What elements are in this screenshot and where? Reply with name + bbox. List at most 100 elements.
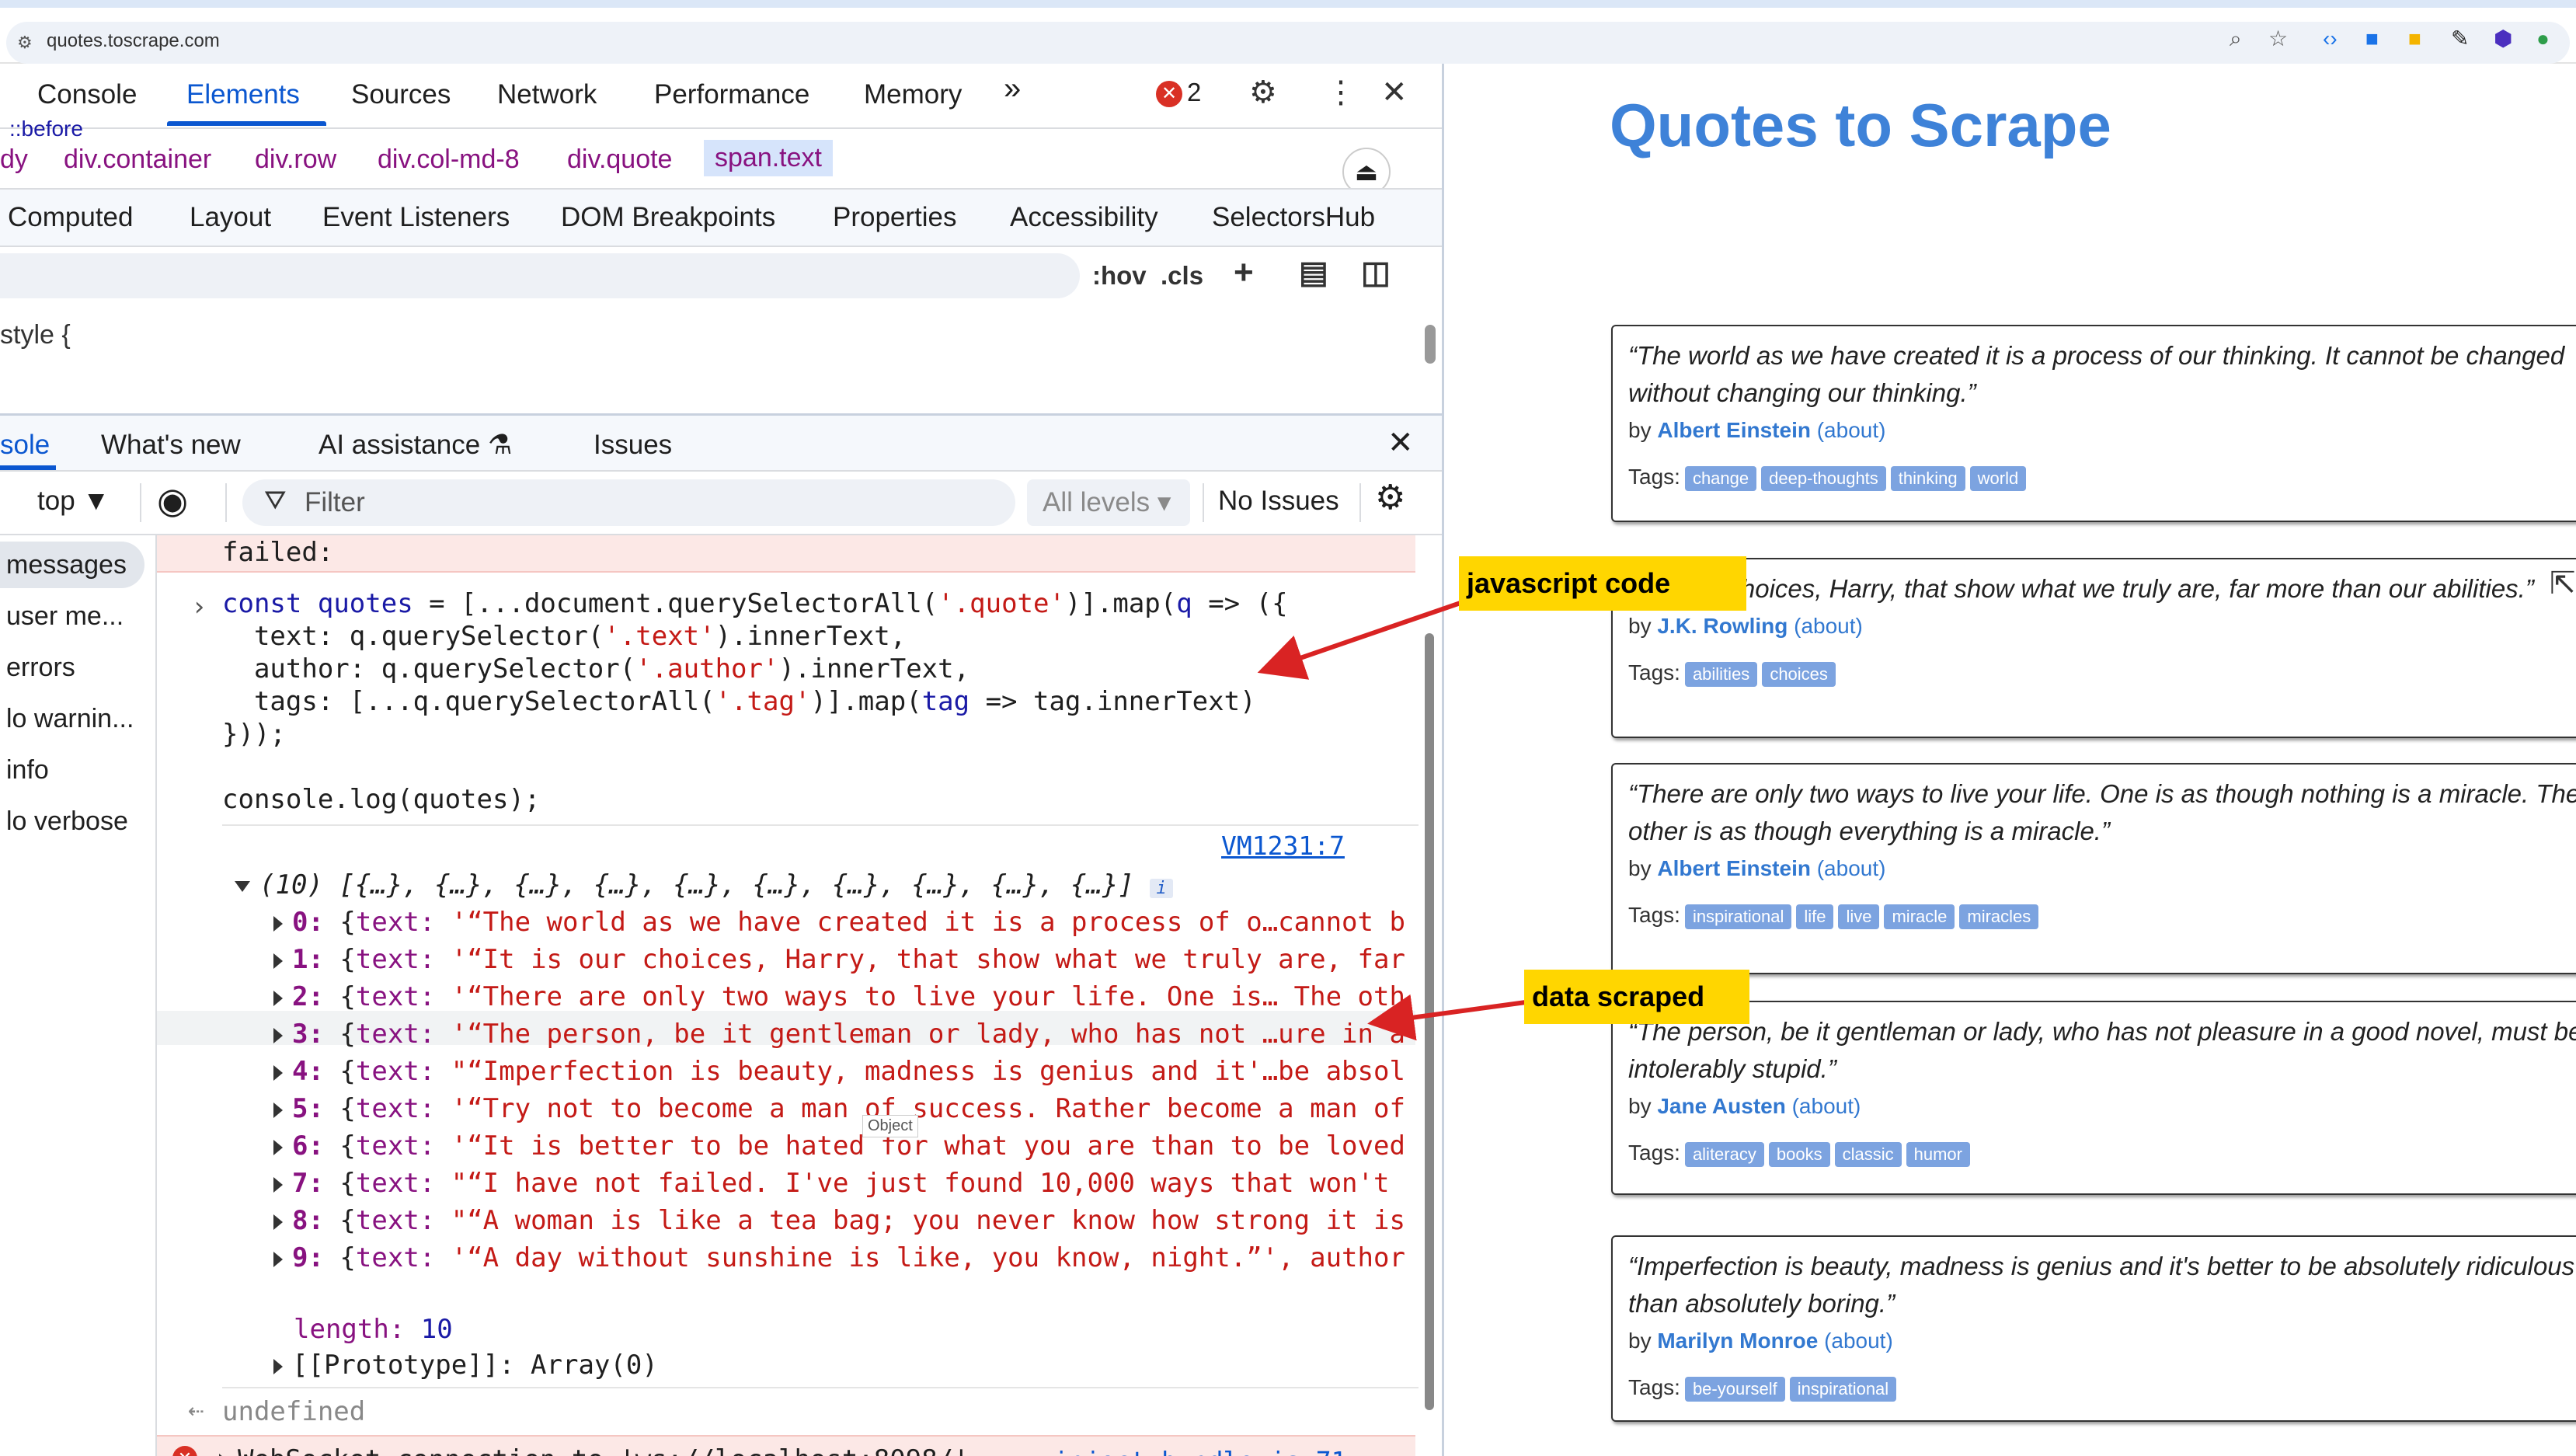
drawer-tab-ai-assistance[interactable]: AI assistance [319, 430, 480, 461]
style-rule[interactable]: style { [0, 320, 71, 350]
styles-scrollbar[interactable] [1425, 325, 1436, 364]
subtab-event-listeners[interactable]: Event Listeners [322, 202, 510, 233]
subtab-computed[interactable]: Computed [8, 202, 133, 233]
tab-memory[interactable]: Memory [864, 79, 962, 110]
tag-link[interactable]: life [1796, 904, 1834, 929]
extension-pen-icon[interactable]: ✎ [2451, 26, 2469, 51]
tag-link[interactable]: choices [1762, 661, 1836, 687]
tab-sources[interactable]: Sources [351, 79, 451, 110]
paint-icon[interactable]: ▤ [1299, 255, 1328, 291]
array-entry[interactable]: 0: {text: '“The world as we have created… [273, 907, 1405, 938]
drawer-tab-console[interactable]: sole [0, 430, 50, 461]
array-entry[interactable]: 3: {text: '“The person, be it gentleman … [273, 1019, 1405, 1050]
close-devtools-icon[interactable]: ✕ [1381, 75, 1408, 110]
sidebar-item-errors[interactable]: errors [0, 644, 144, 691]
tag-link[interactable]: deep-thoughts [1761, 465, 1886, 491]
tag-link[interactable]: inspirational [1684, 904, 1792, 929]
array-entry[interactable]: 2: {text: '“There are only two ways to l… [273, 981, 1405, 1012]
breadcrumb-quote[interactable]: div.quote [567, 145, 672, 175]
prototype-entry[interactable]: [[Prototype]]: Array(0) [273, 1350, 658, 1381]
omnibox[interactable] [6, 22, 2570, 64]
close-drawer-icon[interactable]: ✕ [1387, 425, 1414, 461]
inject-bundle-link[interactable]: inject.bundle.js:71 [1053, 1446, 1347, 1456]
tag-link[interactable]: thinking [1890, 465, 1965, 491]
breadcrumb-row[interactable]: div.row [255, 145, 336, 175]
length-entry[interactable]: length: 10 [294, 1314, 453, 1345]
tag-link[interactable]: aliteracy [1684, 1141, 1764, 1167]
context-select[interactable]: top ▼ [37, 486, 110, 517]
tab-performance[interactable]: Performance [654, 79, 809, 110]
subtab-selectorshub[interactable]: SelectorsHub [1212, 202, 1375, 233]
tag-link[interactable]: miracles [1959, 904, 2039, 929]
tag-link[interactable]: world [1969, 465, 2027, 491]
array-summary[interactable]: (10) [{…}, {…}, {…}, {…}, {…}, {…}, {…},… [235, 869, 1173, 900]
array-entry[interactable]: 7: {text: "“I have not failed. I've just… [273, 1168, 1389, 1199]
tab-console[interactable]: Console [37, 79, 137, 110]
console-settings-icon[interactable]: ⚙ [1375, 478, 1405, 517]
more-tabs-icon[interactable]: » [1004, 71, 1021, 106]
tag-link[interactable]: abilities [1684, 661, 1758, 687]
tab-network[interactable]: Network [497, 79, 597, 110]
extension-m-icon[interactable]: ■ [2365, 26, 2379, 51]
about-link[interactable]: (about) [1794, 614, 1863, 638]
sidebar-item-info[interactable]: info [0, 747, 144, 793]
array-entry[interactable]: 5: {text: '“Try not to become a man of s… [273, 1093, 1405, 1124]
code-line[interactable]: author: q.querySelector('.author').inner… [222, 653, 969, 684]
page-title[interactable]: Quotes to Scrape [1610, 90, 2111, 161]
zoom-icon[interactable]: ⌕ [2230, 26, 2242, 51]
array-entry[interactable]: 9: {text: '“A day without sunshine is li… [273, 1242, 1405, 1273]
code-line[interactable]: tags: [...q.querySelectorAll('.tag')].ma… [222, 686, 1256, 717]
info-icon[interactable]: i [1150, 879, 1173, 898]
code-line[interactable]: text: q.querySelector('.text').innerText… [222, 621, 906, 652]
styles-filter-input[interactable] [0, 253, 1080, 298]
about-link[interactable]: (about) [1824, 1329, 1893, 1353]
tag-link[interactable]: books [1768, 1141, 1830, 1167]
code-line[interactable]: })); [222, 719, 286, 750]
subtab-accessibility[interactable]: Accessibility [1010, 202, 1158, 233]
about-link[interactable]: (about) [1817, 418, 1886, 442]
about-link[interactable]: (about) [1792, 1094, 1861, 1118]
array-entry[interactable]: 1: {text: '“It is our choices, Harry, th… [273, 944, 1405, 975]
log-levels-select[interactable]: All levels ▾ [1027, 479, 1190, 526]
more-options-icon[interactable]: ⋮ [1325, 75, 1356, 110]
drawer-tab-whats-new[interactable]: What's new [101, 430, 241, 461]
subtab-properties[interactable]: Properties [833, 202, 957, 233]
code-extension-icon[interactable]: ‹› [2323, 26, 2338, 51]
url-text[interactable]: quotes.toscrape.com [47, 30, 220, 52]
console-scrollbar[interactable] [1425, 633, 1434, 1410]
toggle-sidebar-icon[interactable]: ◫ [1361, 255, 1391, 291]
array-entry[interactable]: 6: {text: '“It is better to be hated for… [273, 1130, 1405, 1162]
tag-link[interactable]: be-yourself [1684, 1376, 1785, 1402]
breadcrumb-container[interactable]: div.container [64, 145, 211, 175]
tag-link[interactable]: miracle [1884, 904, 1955, 929]
breadcrumb-col[interactable]: div.col-md-8 [378, 145, 520, 175]
sidebar-item-user-messages[interactable]: user me... [0, 593, 144, 639]
tag-link[interactable]: humor [1906, 1141, 1970, 1167]
breadcrumb-span-text[interactable]: span.text [704, 140, 833, 176]
tag-link[interactable]: classic [1834, 1141, 1902, 1167]
issues-counter[interactable]: No Issues [1218, 486, 1339, 517]
extension-robot-icon[interactable]: ● [2536, 26, 2550, 51]
site-info-icon[interactable]: ⚙ [17, 33, 33, 53]
extension-gem-icon[interactable]: ⬢ [2494, 26, 2512, 51]
drawer-tab-issues[interactable]: Issues [594, 430, 672, 461]
cls-toggle[interactable]: .cls [1161, 261, 1203, 291]
sidebar-item-verbose[interactable]: lo verbose [0, 798, 144, 845]
new-rule-icon[interactable]: + [1234, 253, 1254, 292]
array-entry[interactable]: 4: {text: "“Imperfection is beauty, madn… [273, 1056, 1405, 1087]
subtab-dom-breakpoints[interactable]: DOM Breakpoints [561, 202, 775, 233]
tag-link[interactable]: live [1838, 904, 1880, 929]
array-entry[interactable]: 8: {text: "“A woman is like a tea bag; y… [273, 1205, 1405, 1236]
extension-puzzle-icon[interactable]: ■ [2408, 26, 2421, 51]
hov-toggle[interactable]: :hov [1092, 261, 1147, 291]
code-line[interactable]: console.log(quotes); [222, 784, 540, 815]
tag-link[interactable]: inspirational [1789, 1376, 1897, 1402]
sidebar-item-warnings[interactable]: lo warnin... [0, 695, 144, 742]
bookmark-star-icon[interactable]: ☆ [2268, 26, 2288, 51]
vm-source-link[interactable]: VM1231:7 [1221, 831, 1345, 861]
breadcrumb-body[interactable]: dy [0, 145, 28, 175]
tag-link[interactable]: change [1684, 465, 1757, 491]
ws-error-message[interactable]: WebSocket connection to 'ws://localhost:… [219, 1444, 969, 1456]
subtab-layout[interactable]: Layout [190, 202, 271, 233]
sidebar-item-messages[interactable]: messages [0, 542, 144, 588]
